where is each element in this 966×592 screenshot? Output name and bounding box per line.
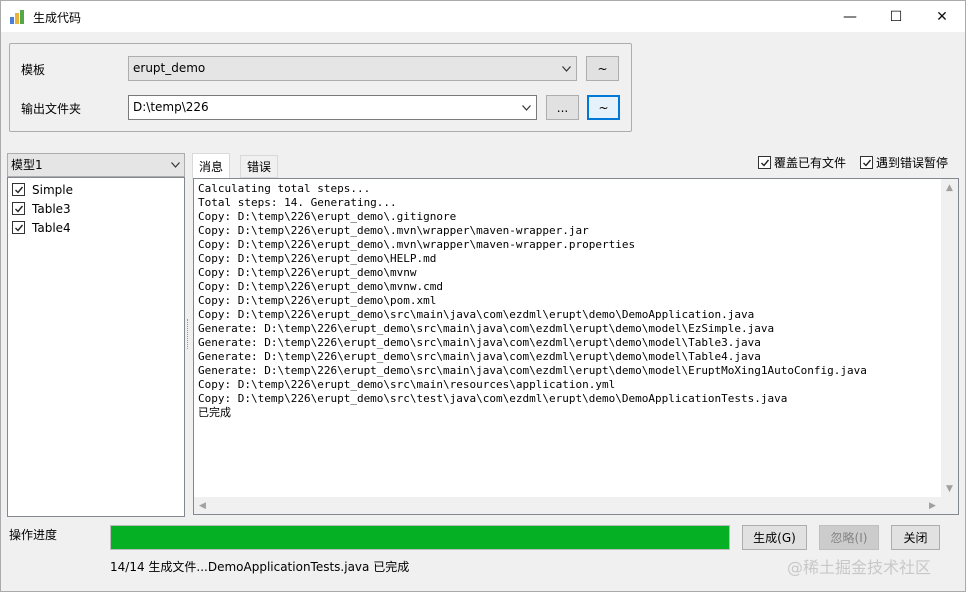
model-select[interactable]: 模型1 (7, 153, 185, 177)
scroll-up-icon[interactable]: ▲ (941, 179, 958, 196)
progress-label: 操作进度 (9, 528, 58, 542)
tab-errors[interactable]: 错误 (240, 155, 279, 178)
log-line: Generate: D:\temp\226\erupt_demo\src\mai… (198, 350, 761, 363)
template-options-button[interactable]: ~ (586, 56, 619, 81)
log-line: Copy: D:\temp\226\erupt_demo\src\main\re… (198, 378, 616, 391)
overwrite-existing-checkbox[interactable]: 覆盖已有文件 (758, 154, 846, 171)
message-log-text: Calculating total steps... Total steps: 1… (198, 182, 940, 420)
log-line: Copy: D:\temp\226\erupt_demo\.mvn\wrappe… (198, 224, 589, 237)
list-item-label: Table4 (32, 220, 71, 235)
horizontal-scrollbar[interactable]: ◀ ▶ (194, 497, 941, 514)
window-title: 生成代码 (33, 11, 82, 25)
progress-bar (110, 525, 730, 550)
close-window-button[interactable]: ✕ (919, 1, 965, 32)
log-line: 已完成 (198, 406, 231, 419)
log-line: Copy: D:\temp\226\erupt_demo\src\main\ja… (198, 308, 755, 321)
check-icon[interactable] (12, 183, 25, 196)
list-item[interactable]: Table3 (12, 199, 71, 218)
log-line: Copy: D:\temp\226\erupt_demo\HELP.md (198, 252, 437, 265)
settings-group: 模板 erupt_demo ~ 输出文件夹 D:\temp\226 ... ~ (9, 43, 632, 132)
app-icon (10, 10, 24, 24)
splitter-handle[interactable] (187, 319, 189, 349)
status-text: 14/14 生成文件...DemoApplicationTests.java 已… (110, 560, 410, 574)
vertical-scrollbar[interactable]: ▲ ▼ (941, 179, 958, 497)
chevron-down-icon (171, 154, 180, 176)
message-log[interactable]: Calculating total steps... Total steps: 1… (193, 178, 959, 515)
log-line: Calculating total steps... (198, 182, 371, 195)
generate-button[interactable]: 生成(G) (742, 525, 807, 550)
output-options-button[interactable]: ~ (587, 95, 620, 120)
maximize-icon: ☐ (889, 8, 903, 25)
log-line: Copy: D:\temp\226\erupt_demo\mvnw.cmd (198, 280, 444, 293)
log-line: Copy: D:\temp\226\erupt_demo\.gitignore (198, 210, 457, 223)
template-select[interactable]: erupt_demo (128, 56, 577, 81)
scroll-left-icon[interactable]: ◀ (194, 497, 211, 514)
check-icon (758, 156, 771, 169)
log-line: Generate: D:\temp\226\erupt_demo\src\mai… (198, 336, 761, 349)
log-line: Generate: D:\temp\226\erupt_demo\src\mai… (198, 322, 775, 335)
log-line: Total steps: 14. Generating... (198, 196, 397, 209)
template-label: 模板 (21, 63, 46, 77)
chevron-down-icon (520, 96, 532, 119)
scroll-down-icon[interactable]: ▼ (941, 480, 958, 497)
output-folder-input[interactable]: D:\temp\226 (128, 95, 537, 120)
list-item-label: Simple (32, 182, 73, 197)
log-line: Copy: D:\temp\226\erupt_demo\src\test\ja… (198, 392, 788, 405)
pause-on-error-checkbox[interactable]: 遇到错误暂停 (860, 154, 948, 171)
close-icon: ✕ (936, 8, 948, 25)
list-item[interactable]: Table4 (12, 218, 71, 237)
watermark: @稀土掘金技术社区 (787, 558, 932, 577)
model-table-list: Simple Table3 Table4 (7, 177, 185, 517)
check-icon[interactable] (12, 202, 25, 215)
minimize-button[interactable]: — (827, 1, 873, 32)
generate-code-window: 生成代码 — ☐ ✕ 模板 erupt_demo ~ 输出文件夹 D:\temp… (0, 0, 966, 592)
tab-messages[interactable]: 消息 (192, 153, 231, 179)
template-value: erupt_demo (133, 61, 206, 75)
scroll-corner (941, 497, 958, 514)
maximize-button[interactable]: ☐ (873, 1, 919, 32)
pause-on-error-label: 遇到错误暂停 (876, 156, 949, 170)
ignore-button[interactable]: 忽略(I) (819, 525, 879, 550)
title-bar: 生成代码 — ☐ ✕ (1, 1, 965, 32)
log-line: Generate: D:\temp\226\erupt_demo\src\mai… (198, 364, 867, 377)
progress-fill (111, 526, 729, 549)
model-select-value: 模型1 (11, 158, 43, 172)
minimize-icon: — (843, 8, 857, 25)
close-button[interactable]: 关闭 (891, 525, 940, 550)
log-line: Copy: D:\temp\226\erupt_demo\pom.xml (198, 294, 437, 307)
output-folder-label: 输出文件夹 (21, 102, 82, 116)
list-item-label: Table3 (32, 201, 71, 216)
chevron-down-icon (560, 57, 572, 80)
scroll-right-icon[interactable]: ▶ (924, 497, 941, 514)
check-icon[interactable] (12, 221, 25, 234)
overwrite-existing-label: 覆盖已有文件 (774, 156, 847, 170)
output-folder-value: D:\temp\226 (133, 100, 209, 114)
list-item[interactable]: Simple (12, 180, 73, 199)
log-line: Copy: D:\temp\226\erupt_demo\mvnw (198, 266, 417, 279)
check-icon (860, 156, 873, 169)
browse-button[interactable]: ... (546, 95, 579, 120)
log-line: Copy: D:\temp\226\erupt_demo\.mvn\wrappe… (198, 238, 636, 251)
